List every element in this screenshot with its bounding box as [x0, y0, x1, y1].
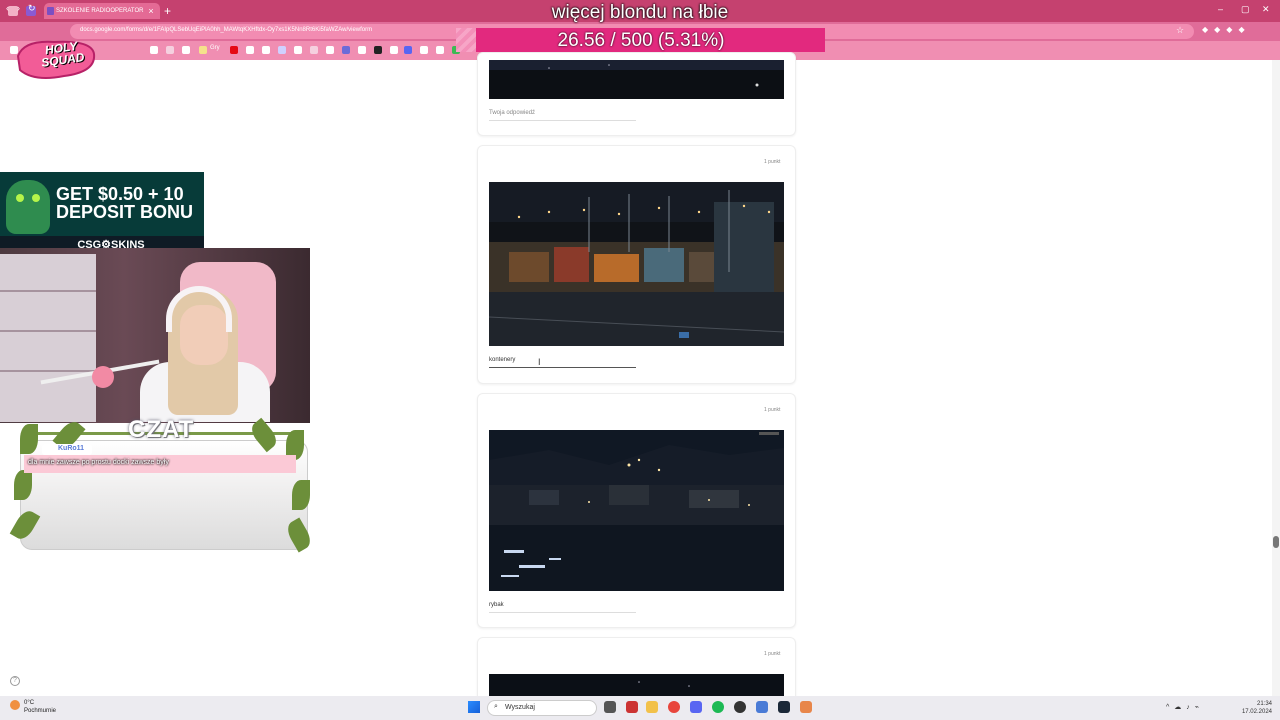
bookmark-icon[interactable] [246, 46, 254, 54]
help-icon[interactable]: ? [10, 676, 20, 686]
question-image-harbor [489, 430, 784, 591]
discord-icon[interactable] [690, 701, 702, 713]
system-tray[interactable]: ^☁♪⌁ [1166, 703, 1204, 711]
weather-temp: 0°C [24, 700, 35, 706]
bookmark-icon[interactable] [374, 46, 382, 54]
start-button[interactable] [468, 701, 480, 713]
tab-close-icon[interactable]: × [146, 3, 156, 19]
clock-time: 21:34 [1256, 701, 1272, 707]
taskbar-app-icon[interactable] [756, 701, 768, 713]
leaf-icon [20, 424, 38, 454]
ad-subheadline: DEPOSIT BONU [56, 202, 194, 222]
search-icon: ⌕ [494, 703, 498, 710]
goal-title: więcej blondu na łbie [551, 2, 729, 23]
leaf-icon [14, 470, 32, 500]
weather-widget[interactable]: 0°C Pochmurnie [24, 699, 56, 715]
bookmark-icon[interactable] [278, 46, 286, 54]
search-placeholder[interactable]: Wyszukaj [505, 704, 535, 711]
goal-progress-text: 26.56 / 500 (5.31%) [557, 30, 725, 51]
chat-username: KuRo11 [58, 445, 85, 452]
bookmark-icon[interactable] [390, 46, 398, 54]
chrome-icon[interactable] [668, 701, 680, 713]
bookmark-icon[interactable] [182, 46, 190, 54]
tab-title: SZKOLENIE RADIOOPERATOR [56, 8, 144, 14]
ad-mascot-eye [32, 194, 40, 202]
tab-active[interactable]: SZKOLENIE RADIOOPERATOR [44, 3, 160, 19]
answer-input[interactable]: rybak [489, 602, 504, 608]
webcam-shelf [0, 254, 96, 422]
shelf-row [0, 290, 96, 292]
task-view-icon[interactable] [604, 701, 616, 713]
scrollbar-thumb[interactable] [1273, 536, 1279, 548]
taskbar-search[interactable] [487, 700, 597, 716]
messenger-icon[interactable] [342, 46, 350, 54]
points-label: 1 punkt [764, 159, 781, 165]
shelf-row [0, 370, 96, 372]
goal-bar-stripes [456, 28, 476, 52]
ad-mascot-eye [16, 194, 24, 202]
netflix-icon[interactable] [230, 46, 238, 54]
text-cursor-icon: I [538, 357, 541, 367]
taskbar-app-icon[interactable] [626, 701, 638, 713]
question-image [489, 60, 784, 99]
bookmark-icon[interactable] [358, 46, 366, 54]
obs-icon[interactable] [734, 701, 746, 713]
file-explorer-icon[interactable] [646, 701, 658, 713]
clock[interactable]: 21:34 17.02.2024 [1240, 700, 1272, 716]
close-window-icon[interactable]: ✕ [1262, 4, 1270, 15]
question-image-containers [489, 182, 784, 346]
answer-underline [489, 120, 636, 121]
nav-buttons[interactable]: ‹›↻ [6, 3, 44, 14]
answer-input[interactable]: kontenery [489, 357, 515, 363]
clock-date: 17.02.2024 [1241, 709, 1272, 715]
steam-icon[interactable] [778, 701, 790, 713]
bookmark-icon[interactable] [294, 46, 302, 54]
bookmark-icon[interactable] [166, 46, 174, 54]
question-image [489, 674, 784, 696]
forms-favicon-icon [47, 7, 54, 15]
shelf-row [0, 330, 96, 332]
weather-icon[interactable] [10, 700, 20, 710]
bookmark-folder-gry[interactable]: Gry [210, 45, 220, 51]
bookmark-icon[interactable] [420, 46, 428, 54]
answer-underline [489, 612, 636, 613]
minimize-icon[interactable]: – [1218, 4, 1223, 14]
ad-mascot [6, 180, 50, 234]
bookmark-icon[interactable] [326, 46, 334, 54]
flower-icon [92, 366, 114, 388]
url-text[interactable]: docs.google.com/forms/d/e/1FAIpQLSebUqEi… [80, 27, 372, 33]
discord-icon[interactable] [404, 46, 412, 54]
points-label: 1 punkt [764, 651, 781, 657]
taskbar [0, 696, 1280, 720]
maximize-icon[interactable]: ▢ [1241, 4, 1250, 15]
taskbar-app-icon[interactable] [800, 701, 812, 713]
scrollbar[interactable] [1272, 60, 1280, 696]
bookmark-star-icon[interactable]: ☆ [1176, 25, 1184, 36]
spotify-icon[interactable] [712, 701, 724, 713]
points-label: 1 punkt [764, 407, 781, 413]
bookmark-icon[interactable] [310, 46, 318, 54]
bookmark-icon[interactable] [262, 46, 270, 54]
answer-underline [489, 367, 636, 368]
bookmark-icon[interactable] [436, 46, 444, 54]
weather-desc: Pochmurnie [24, 708, 57, 714]
extension-icons[interactable]: ◆◆◆◆ [1202, 25, 1251, 34]
answer-placeholder[interactable]: Twoja odpowiedź [489, 110, 535, 116]
chat-message: dla mnie zawsze po prostu docki zawsze b… [28, 459, 169, 466]
chat-label: CZAT [128, 416, 195, 443]
leaf-icon [292, 480, 310, 510]
folder-icon[interactable] [199, 46, 207, 54]
new-tab-button[interactable]: + [164, 3, 176, 19]
bookmark-icon[interactable] [150, 46, 158, 54]
